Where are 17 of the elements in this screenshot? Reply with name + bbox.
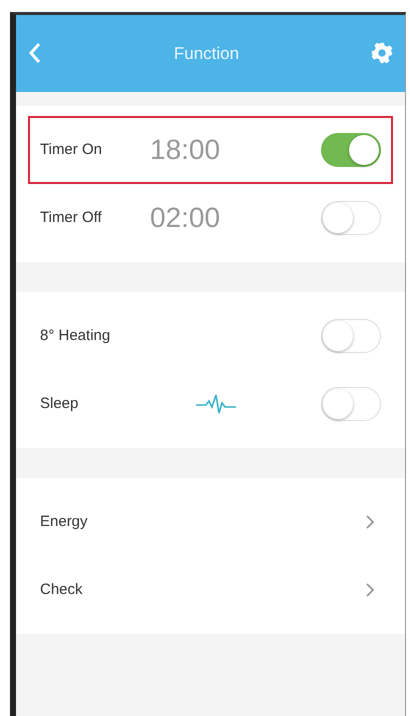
row-label: Check (40, 580, 84, 600)
row-label: Energy (40, 512, 89, 532)
row-label: Timer Off (40, 208, 103, 228)
chevron-right-icon (365, 582, 375, 598)
settings-button[interactable] (370, 42, 393, 66)
waveform-icon (196, 393, 236, 415)
screen-title: Function (174, 42, 240, 65)
settings-icon (370, 42, 393, 64)
row-label: Timer On (40, 140, 103, 160)
row-label: 8° Heating (40, 326, 112, 346)
back-button[interactable] (28, 42, 42, 66)
back-icon (28, 42, 42, 64)
chevron-right-icon (365, 514, 375, 530)
row-label: Sleep (40, 394, 80, 414)
time-value[interactable]: 18:00 (150, 129, 321, 171)
toggle-switch[interactable] (321, 133, 381, 167)
time-value[interactable]: 02:00 (150, 197, 321, 239)
